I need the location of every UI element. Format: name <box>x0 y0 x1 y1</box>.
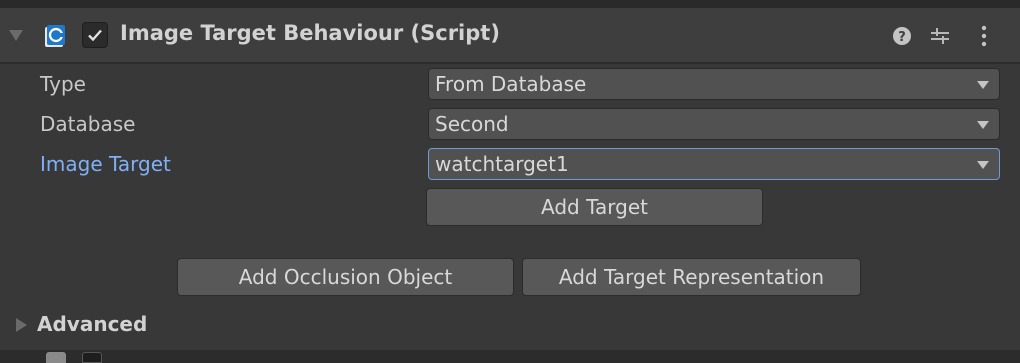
image-target-dropdown[interactable]: watchtarget1 <box>428 148 1000 180</box>
add-occlusion-object-button[interactable]: Add Occlusion Object <box>177 258 514 296</box>
advanced-foldout[interactable]: Advanced <box>37 312 147 336</box>
type-label: Type <box>40 72 86 96</box>
preset-icon[interactable] <box>926 22 954 50</box>
component-header[interactable]: Image Target Behaviour (Script) ? <box>0 8 1020 64</box>
kebab-menu-icon[interactable] <box>970 22 998 50</box>
chevron-down-icon <box>977 81 989 89</box>
help-icon[interactable]: ? <box>888 22 916 50</box>
next-component-icon <box>46 352 66 363</box>
database-label: Database <box>40 112 136 136</box>
database-value: Second <box>435 112 509 136</box>
database-dropdown[interactable]: Second <box>428 108 1000 140</box>
next-component-header <box>0 350 1020 363</box>
checkmark-icon <box>88 29 102 42</box>
add-target-representation-button[interactable]: Add Target Representation <box>522 258 861 296</box>
next-component-checkbox[interactable] <box>82 352 102 363</box>
csharp-script-icon <box>45 25 65 47</box>
top-divider <box>0 0 1020 8</box>
svg-text:?: ? <box>898 30 906 45</box>
type-dropdown[interactable]: From Database <box>428 68 1000 100</box>
add-target-button[interactable]: Add Target <box>426 188 763 226</box>
chevron-down-icon <box>977 121 989 129</box>
image-target-value: watchtarget1 <box>435 152 569 176</box>
foldout-expanded-icon[interactable] <box>9 30 23 41</box>
chevron-down-icon <box>977 161 989 169</box>
image-target-label: Image Target <box>40 152 171 176</box>
foldout-collapsed-icon[interactable] <box>16 318 27 332</box>
component-title: Image Target Behaviour (Script) <box>120 21 500 45</box>
component-enabled-checkbox[interactable] <box>82 22 108 48</box>
type-value: From Database <box>435 72 587 96</box>
